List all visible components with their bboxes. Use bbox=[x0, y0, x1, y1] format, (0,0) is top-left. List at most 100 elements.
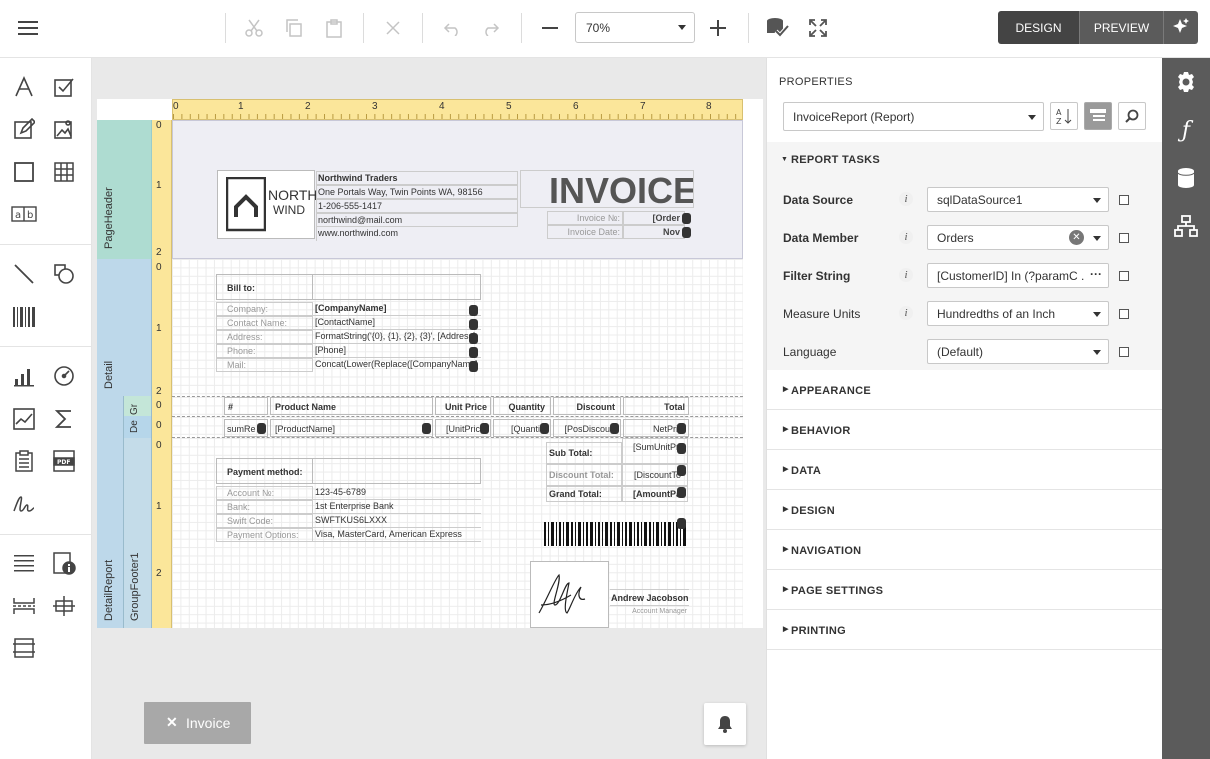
payment-method-value[interactable] bbox=[313, 458, 481, 484]
redo-icon[interactable] bbox=[475, 12, 507, 44]
invoice-barcode[interactable] bbox=[544, 522, 688, 546]
page-info-tool-icon[interactable] bbox=[49, 548, 79, 578]
discount-total-label[interactable]: Discount Total: bbox=[546, 464, 622, 486]
section-navigation[interactable]: ▶ NAVIGATION bbox=[767, 530, 1163, 570]
filter-string-field[interactable]: [CustomerID] In (?paramC ... ··· bbox=[927, 263, 1109, 288]
bill-address-value[interactable]: FormatString('{0}, {1}, {2}, {3}', [Addr… bbox=[313, 330, 481, 344]
signer-name[interactable]: Andrew Jacobson bbox=[610, 589, 689, 605]
expressions-function-icon[interactable]: ƒ bbox=[1172, 116, 1200, 144]
chart-tool-icon[interactable] bbox=[9, 361, 39, 391]
design-mode-button[interactable]: DESIGN bbox=[998, 11, 1080, 44]
company-name[interactable]: Northwind Traders bbox=[316, 171, 518, 185]
checkbox-tool-icon[interactable] bbox=[49, 72, 79, 102]
language-select[interactable]: (Default) bbox=[927, 339, 1109, 364]
pay-options-label[interactable]: Payment Options: bbox=[216, 528, 313, 542]
grand-total-label[interactable]: Grand Total: bbox=[546, 486, 622, 502]
panel-tool-icon[interactable] bbox=[9, 157, 39, 187]
bill-address-label[interactable]: Address: bbox=[216, 330, 313, 344]
pdf-content-tool-icon[interactable]: PDF bbox=[49, 446, 79, 476]
picture-tool-icon[interactable] bbox=[49, 114, 79, 144]
pay-bank-label[interactable]: Bank: bbox=[216, 500, 313, 514]
properties-gear-icon[interactable] bbox=[1172, 68, 1200, 96]
company-logo[interactable]: NORTH WIND bbox=[217, 170, 318, 239]
zoom-select[interactable]: 70% bbox=[575, 12, 695, 43]
data-source-select[interactable]: sqlDataSource1 bbox=[927, 187, 1109, 212]
table-header-discount[interactable]: Discount bbox=[553, 397, 621, 415]
table-header-total[interactable]: Total bbox=[623, 397, 689, 415]
section-data[interactable]: ▶ DATA bbox=[767, 450, 1163, 490]
company-web[interactable]: www.northwind.com bbox=[316, 227, 518, 241]
summary-tool-icon[interactable] bbox=[49, 404, 79, 434]
undo-icon[interactable] bbox=[436, 12, 468, 44]
sort-alphabetical-button[interactable]: AZ bbox=[1050, 102, 1078, 130]
invoice-number-label[interactable]: Invoice №: bbox=[547, 211, 623, 225]
copy-icon[interactable] bbox=[278, 12, 310, 44]
clear-value-icon[interactable]: ✕ bbox=[1069, 230, 1084, 245]
table-header-unit-price[interactable]: Unit Price bbox=[435, 397, 491, 415]
pay-account-label[interactable]: Account №: bbox=[216, 486, 313, 500]
bill-to-label[interactable]: Bill to: bbox=[216, 274, 313, 300]
signer-title[interactable]: Account Manager bbox=[610, 605, 689, 617]
measure-units-marker[interactable] bbox=[1119, 309, 1129, 319]
table-header-product[interactable]: Product Name bbox=[270, 397, 433, 415]
ellipsis-icon[interactable]: ··· bbox=[1084, 264, 1108, 287]
cross-band-line-tool-icon[interactable] bbox=[49, 591, 79, 621]
report-tasks-section[interactable]: ▼ REPORT TASKS Data Source i sqlDataSour… bbox=[767, 142, 1163, 370]
sparkline-tool-icon[interactable] bbox=[9, 404, 39, 434]
pay-account-value[interactable]: 123-45-6789 bbox=[313, 486, 481, 500]
paste-icon[interactable] bbox=[318, 12, 350, 44]
bill-phone-value[interactable]: [Phone] bbox=[313, 344, 481, 358]
bill-contact-label[interactable]: Contact Name: bbox=[216, 316, 313, 330]
preview-mode-button[interactable]: PREVIEW bbox=[1080, 11, 1164, 44]
search-properties-button[interactable] bbox=[1118, 102, 1146, 130]
info-icon[interactable]: i bbox=[899, 230, 913, 244]
signature-box[interactable] bbox=[530, 561, 609, 628]
ai-sparkle-icon[interactable] bbox=[1164, 11, 1198, 44]
close-tab-icon[interactable]: ✕ bbox=[166, 714, 178, 731]
shape-tool-icon[interactable] bbox=[49, 259, 79, 289]
table-header-quantity[interactable]: Quantity bbox=[493, 397, 551, 415]
pay-swift-label[interactable]: Swift Code: bbox=[216, 514, 313, 528]
zoom-out-icon[interactable] bbox=[534, 12, 566, 44]
data-member-select[interactable]: Orders ✕ bbox=[927, 225, 1109, 250]
invoice-number-value[interactable]: [Order bbox=[623, 211, 685, 225]
company-address[interactable]: One Portals Way, Twin Points WA, 98156 bbox=[316, 185, 518, 199]
report-tab-invoice[interactable]: ✕ Invoice bbox=[144, 702, 251, 744]
rich-text-tool-icon[interactable] bbox=[9, 114, 39, 144]
bill-mail-label[interactable]: Mail: bbox=[216, 358, 313, 372]
object-selector[interactable]: InvoiceReport (Report) bbox=[783, 102, 1044, 131]
pay-swift-value[interactable]: SWFTKUS6LXXX bbox=[313, 514, 481, 528]
section-design[interactable]: ▶ DESIGN bbox=[767, 490, 1163, 530]
barcode-tool-icon[interactable] bbox=[9, 302, 39, 332]
notifications-button[interactable] bbox=[704, 703, 746, 745]
gauge-tool-icon[interactable] bbox=[49, 361, 79, 391]
info-icon[interactable]: i bbox=[899, 268, 913, 282]
section-appearance[interactable]: ▶ APPEARANCE bbox=[767, 370, 1163, 410]
cross-band-box-tool-icon[interactable] bbox=[9, 633, 39, 663]
company-phone[interactable]: 1-206-555-1417 bbox=[316, 199, 518, 213]
sub-total-label[interactable]: Sub Total: bbox=[546, 442, 622, 464]
bill-phone-label[interactable]: Phone: bbox=[216, 344, 313, 358]
invoice-date-value[interactable]: Nov bbox=[623, 225, 685, 239]
pay-options-value[interactable]: Visa, MasterCard, American Express bbox=[313, 528, 481, 542]
table-of-contents-tool-icon[interactable] bbox=[9, 548, 39, 578]
field-list-database-icon[interactable] bbox=[1172, 164, 1200, 192]
hamburger-menu-icon[interactable] bbox=[12, 12, 44, 44]
report-explorer-icon[interactable] bbox=[1172, 212, 1200, 240]
filter-string-marker[interactable] bbox=[1119, 271, 1129, 281]
payment-method-label[interactable]: Payment method: bbox=[216, 458, 313, 484]
invoice-date-label[interactable]: Invoice Date: bbox=[547, 225, 623, 239]
cut-icon[interactable] bbox=[238, 12, 270, 44]
validate-bindings-icon[interactable] bbox=[762, 12, 794, 44]
label-tool-icon[interactable] bbox=[9, 72, 39, 102]
company-email[interactable]: northwind@mail.com bbox=[316, 213, 518, 227]
table-tool-icon[interactable] bbox=[49, 157, 79, 187]
info-icon[interactable]: i bbox=[899, 192, 913, 206]
measure-units-select[interactable]: Hundredths of an Inch bbox=[927, 301, 1109, 326]
invoice-title[interactable]: INVOICE bbox=[520, 170, 694, 208]
section-page-settings[interactable]: ▶ PAGE SETTINGS bbox=[767, 570, 1163, 610]
table-cell-product[interactable]: [ProductName] bbox=[270, 419, 433, 437]
pay-bank-value[interactable]: 1st Enterprise Bank bbox=[313, 500, 481, 514]
data-source-marker[interactable] bbox=[1119, 195, 1129, 205]
bill-company-value[interactable]: [CompanyName] bbox=[313, 302, 481, 316]
